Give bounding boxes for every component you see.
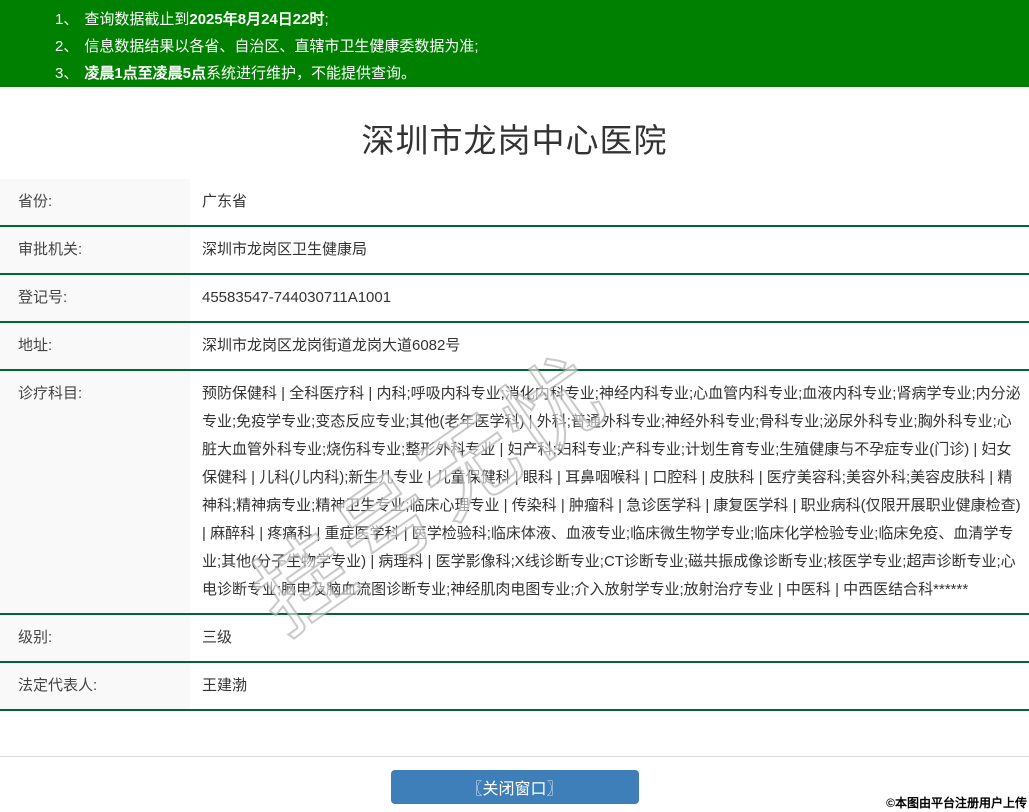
notice-text: 系统进行维护，不能提供查询。 bbox=[206, 65, 417, 82]
page-title: 深圳市龙岗中心医院 bbox=[361, 122, 668, 159]
table-row-level: 级别: 三级 bbox=[0, 615, 1029, 663]
table-row-legal-representative: 法定代表人: 王建渤 bbox=[0, 663, 1029, 711]
notice-number: 1、 bbox=[55, 11, 79, 28]
row-value: 广东省 bbox=[202, 193, 248, 210]
table-row-approval-authority: 审批机关: 深圳市龙岗区卫生健康局 bbox=[0, 227, 1029, 275]
row-value: 预防保健科 | 全科医疗科 | 内科;呼吸内科专业;消化内科专业;神经内科专业;… bbox=[202, 385, 1021, 598]
table-row-medical-subjects: 诊疗科目: 预防保健科 | 全科医疗科 | 内科;呼吸内科专业;消化内科专业;神… bbox=[0, 371, 1029, 615]
row-value: 深圳市龙岗区龙岗街道龙岗大道6082号 bbox=[202, 337, 461, 354]
row-label: 省份: bbox=[0, 179, 190, 225]
notice-line-3: 3、 凌晨1点至凌晨5点系统进行维护，不能提供查询。 bbox=[55, 60, 1029, 87]
row-label: 级别: bbox=[0, 615, 190, 661]
notice-line-1: 1、 查询数据截止到2025年8月24日22时; bbox=[55, 6, 1029, 33]
row-label: 法定代表人: bbox=[0, 663, 190, 709]
row-value: 三级 bbox=[202, 629, 233, 646]
table-row-province: 省份: 广东省 bbox=[0, 179, 1029, 227]
row-value: 45583547-744030711A1001 bbox=[202, 289, 392, 306]
footer-bar: 〖关闭窗口〗 bbox=[0, 756, 1029, 812]
notice-text: ; bbox=[324, 11, 329, 28]
notice-number: 3、 bbox=[55, 65, 79, 82]
notice-number: 2、 bbox=[55, 38, 79, 55]
table-row-address: 地址: 深圳市龙岗区龙岗街道龙岗大道6082号 bbox=[0, 323, 1029, 371]
close-window-button[interactable]: 〖关闭窗口〗 bbox=[390, 770, 639, 804]
notice-banner: 1、 查询数据截止到2025年8月24日22时; 2、 信息数据结果以各省、自治区、… bbox=[0, 0, 1029, 87]
notice-text: 信息数据结果以各省、自治区、直辖市卫生健康委数据为准; bbox=[84, 38, 479, 55]
row-value: 深圳市龙岗区卫生健康局 bbox=[202, 241, 368, 258]
row-label: 审批机关: bbox=[0, 227, 190, 273]
notice-text: 查询数据截止到 bbox=[84, 11, 190, 28]
notice-text-bold: 凌晨1点至凌晨5点 bbox=[84, 65, 207, 82]
notice-line-2: 2、 信息数据结果以各省、自治区、直辖市卫生健康委数据为准; bbox=[55, 33, 1029, 60]
row-label: 诊疗科目: bbox=[0, 371, 190, 613]
row-label: 地址: bbox=[0, 323, 190, 369]
row-value: 王建渤 bbox=[202, 677, 248, 694]
row-label: 登记号: bbox=[0, 275, 190, 321]
hospital-info-table: 省份: 广东省 审批机关: 深圳市龙岗区卫生健康局 登记号: 45583547-… bbox=[0, 179, 1029, 711]
copyright-note: ©本图由平台注册用户上传 bbox=[886, 796, 1027, 810]
notice-text-bold: 2025年8月24日22时 bbox=[189, 11, 325, 28]
table-row-registration-number: 登记号: 45583547-744030711A1001 bbox=[0, 275, 1029, 323]
